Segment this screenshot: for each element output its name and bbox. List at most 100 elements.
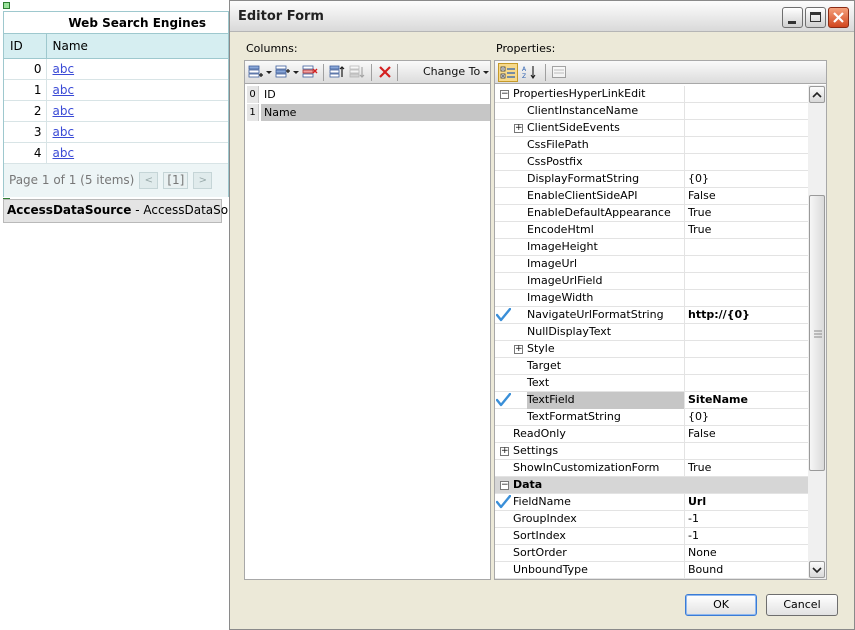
pager-next-button[interactable]: > — [193, 171, 213, 189]
property-value[interactable]: True — [684, 222, 822, 239]
property-value[interactable] — [684, 290, 822, 307]
header-name[interactable]: Name — [46, 34, 228, 59]
expand-icon[interactable]: + — [500, 447, 509, 456]
header-id[interactable]: ID — [4, 34, 47, 59]
property-row[interactable]: UnboundType Bound — [495, 562, 825, 579]
property-row[interactable]: ClientInstanceName — [495, 103, 825, 120]
insert-column-icon[interactable] — [275, 65, 291, 79]
move-down-icon[interactable] — [349, 65, 365, 79]
property-category-row[interactable]: − Data — [495, 477, 825, 494]
property-row[interactable]: EnableDefaultAppearance True — [495, 205, 825, 222]
property-value[interactable]: SiteName — [684, 392, 822, 409]
property-row[interactable]: SortIndex -1 — [495, 528, 825, 545]
property-value[interactable] — [684, 120, 822, 137]
access-data-source-control[interactable]: AccessDataSource - AccessDataSource1 — [3, 199, 262, 223]
property-row[interactable]: TextFormatString {0} — [495, 409, 825, 426]
property-row[interactable]: TextField SiteName — [495, 392, 825, 409]
property-row[interactable]: EncodeHtml True — [495, 222, 825, 239]
expand-icon[interactable]: + — [514, 345, 523, 354]
property-row[interactable]: Target — [495, 358, 825, 375]
column-item[interactable]: 0 ID — [247, 86, 490, 103]
property-row[interactable]: ImageHeight — [495, 239, 825, 256]
property-value[interactable] — [684, 239, 822, 256]
ok-button[interactable]: OK — [685, 594, 757, 616]
property-value[interactable] — [684, 273, 822, 290]
web-search-engines-grid[interactable]: Web Search Engines ID Name 0 abc 1 abc 2 — [3, 11, 229, 197]
pager-prev-button[interactable]: < — [139, 171, 159, 189]
property-row[interactable]: − PropertiesHyperLinkEdit — [495, 86, 825, 103]
property-pages-icon[interactable] — [551, 65, 567, 79]
property-value[interactable]: False — [684, 188, 822, 205]
property-row[interactable]: NavigateUrlFormatString http://{0} — [495, 307, 825, 324]
property-value[interactable] — [684, 324, 822, 341]
property-row[interactable]: + Style — [495, 341, 825, 358]
name-link[interactable]: abc — [53, 146, 75, 160]
insert-column-dropdown-icon[interactable] — [293, 71, 299, 74]
alphabetical-sort-icon[interactable]: A Z — [522, 65, 538, 79]
cancel-button[interactable]: Cancel — [766, 594, 838, 616]
property-value[interactable] — [684, 341, 822, 358]
property-row[interactable]: + ClientSideEvents — [495, 120, 825, 137]
property-value[interactable]: True — [684, 205, 822, 222]
property-row[interactable]: FieldName Url — [495, 494, 825, 511]
property-grid[interactable]: − PropertiesHyperLinkEdit ClientInstanceNa… — [494, 84, 827, 580]
remove-all-icon[interactable] — [377, 65, 393, 79]
property-row[interactable]: DisplayFormatString {0} — [495, 171, 825, 188]
collapse-icon[interactable]: − — [500, 481, 509, 490]
property-value[interactable]: None — [684, 545, 822, 562]
collapse-icon[interactable]: − — [500, 90, 509, 99]
property-value[interactable]: -1 — [684, 511, 822, 528]
delete-column-icon[interactable] — [302, 65, 318, 79]
name-link[interactable]: abc — [53, 83, 75, 97]
title-bar[interactable]: Editor Form — [230, 1, 854, 32]
add-column-icon[interactable] — [248, 65, 264, 79]
property-row[interactable]: SortOrder None — [495, 545, 825, 562]
columns-list[interactable]: 0 ID 1 Name — [244, 84, 491, 580]
property-row[interactable]: CssFilePath — [495, 137, 825, 154]
categorized-button[interactable] — [498, 63, 518, 82]
property-row[interactable]: GroupIndex -1 — [495, 511, 825, 528]
property-value[interactable]: False — [684, 426, 822, 443]
property-value[interactable]: Bound — [684, 562, 822, 579]
property-row[interactable]: NullDisplayText — [495, 324, 825, 341]
name-link[interactable]: abc — [53, 104, 75, 118]
property-row[interactable]: + Settings — [495, 443, 825, 460]
property-row[interactable]: ImageUrlField — [495, 273, 825, 290]
name-link[interactable]: abc — [53, 62, 75, 76]
property-row[interactable]: ShowInCustomizationForm True — [495, 460, 825, 477]
property-value[interactable] — [684, 154, 822, 171]
property-value[interactable] — [684, 375, 822, 392]
property-value[interactable]: -1 — [684, 528, 822, 545]
property-value[interactable]: True — [684, 460, 822, 477]
property-value[interactable]: Url — [684, 494, 822, 511]
smart-tag-marker[interactable] — [3, 2, 10, 9]
property-value[interactable] — [684, 358, 822, 375]
move-up-icon[interactable] — [329, 65, 345, 79]
property-value[interactable]: {0} — [684, 409, 822, 426]
column-item-selected[interactable]: 1 Name — [247, 104, 490, 121]
scroll-up-button[interactable] — [809, 86, 825, 103]
change-to-dropdown-icon[interactable] — [483, 71, 489, 74]
property-value[interactable] — [684, 86, 822, 103]
close-button[interactable] — [828, 7, 849, 28]
property-value[interactable] — [684, 137, 822, 154]
add-column-dropdown-icon[interactable] — [266, 71, 272, 74]
property-value[interactable]: {0} — [684, 171, 822, 188]
name-link[interactable]: abc — [53, 125, 75, 139]
property-row[interactable]: Text — [495, 375, 825, 392]
change-to-button[interactable]: Change To — [423, 65, 480, 78]
property-row[interactable]: ReadOnly False — [495, 426, 825, 443]
property-row[interactable]: ImageWidth — [495, 290, 825, 307]
minimize-button[interactable] — [782, 7, 803, 28]
scroll-thumb[interactable] — [809, 195, 825, 471]
maximize-button[interactable] — [805, 7, 826, 28]
property-row[interactable]: CssPostfix — [495, 154, 825, 171]
expand-icon[interactable]: + — [514, 124, 523, 133]
property-value[interactable]: http://{0} — [684, 307, 822, 324]
property-grid-scrollbar[interactable] — [808, 85, 826, 579]
property-value[interactable] — [684, 103, 822, 120]
scroll-down-button[interactable] — [809, 561, 825, 578]
property-row[interactable]: EnableClientSideAPI False — [495, 188, 825, 205]
property-row[interactable]: ImageUrl — [495, 256, 825, 273]
property-value[interactable] — [684, 443, 822, 460]
